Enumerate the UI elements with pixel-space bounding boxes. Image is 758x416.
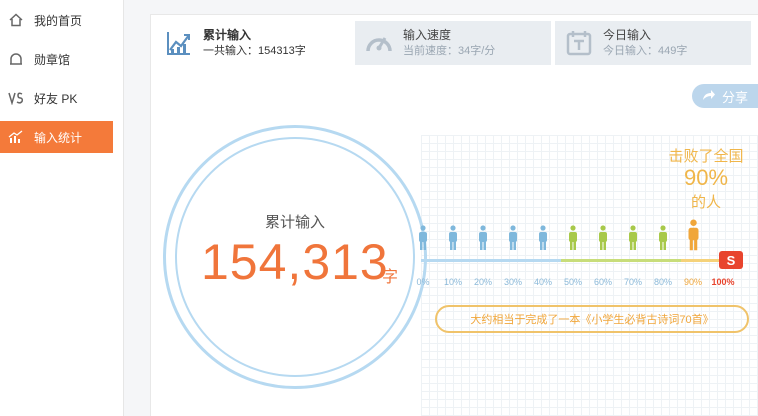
person-icon [539, 225, 547, 250]
sidebar-item-medals[interactable]: 勋章馆 [0, 43, 113, 75]
share-button[interactable]: 分享 [692, 84, 758, 108]
sidebar-item-label: 输入统计 [34, 130, 83, 145]
beat-percent: 90% [683, 165, 729, 190]
home-icon [8, 12, 24, 28]
sidebar: 我的首页 勋章馆 好友 PK 输入统计 [0, 0, 124, 416]
line-chart-icon [165, 29, 193, 57]
share-icon [702, 89, 716, 104]
person-icon [479, 225, 487, 250]
tab-subtitle: 当前速度：34字/分 [403, 45, 496, 57]
percent-tick: 80% [653, 277, 672, 287]
person-icon [659, 225, 667, 250]
total-input-unit: 字 [382, 269, 399, 286]
person-icon [629, 225, 637, 250]
tab-today-input[interactable]: 今日输入 今日输入：449字 [555, 21, 751, 65]
sidebar-item-friend-pk[interactable]: 好友 PK [0, 82, 113, 114]
stats-panel: 累计输入 一共输入：154313字 输入速度 当前速度：34字/分 今日输入 今… [150, 14, 758, 416]
sidebar-item-label: 好友 PK [34, 91, 78, 106]
speedometer-icon [365, 29, 393, 57]
sidebar-item-home[interactable]: 我的首页 [0, 4, 113, 36]
tab-title: 今日输入 [603, 28, 652, 42]
percent-tick: 30% [503, 277, 522, 287]
percent-tick: 70% [623, 277, 642, 287]
person-icon [419, 225, 427, 250]
vs-icon [8, 90, 24, 106]
person-icon [688, 219, 698, 250]
tab-input-speed[interactable]: 输入速度 当前速度：34字/分 [355, 21, 551, 65]
tab-subtitle: 一共输入：154313字 [203, 45, 306, 57]
medal-icon [8, 51, 24, 67]
total-input-number: 154,313 [201, 234, 389, 290]
beat-title: 击败了全国 [668, 148, 744, 165]
person-icon [569, 225, 577, 250]
equivalent-badge: 大约相当于完成了一本《小学生必背古诗词70首》 [435, 305, 749, 333]
total-input-label: 累计输入 [264, 214, 325, 231]
progress-track-green [561, 259, 681, 262]
equivalent-text: 大约相当于完成了一本《小学生必背古诗词70首》 [470, 314, 714, 326]
chart-icon [8, 129, 24, 145]
percent-tick: 50% [563, 277, 582, 287]
stats-tabs: 累计输入 一共输入：154313字 输入速度 当前速度：34字/分 今日输入 今… [155, 21, 755, 73]
progress-track-gold [681, 259, 721, 262]
percent-tick: 100% [711, 277, 735, 287]
sogou-logo: S [719, 251, 743, 269]
percent-tick: 20% [473, 277, 492, 287]
calendar-icon [565, 29, 593, 57]
percent-tick: 90% [683, 277, 702, 287]
percent-tick: 0% [416, 277, 430, 287]
person-icon [449, 225, 457, 250]
sidebar-item-input-stats[interactable]: 输入统计 [0, 121, 113, 153]
progress-track-blue [421, 259, 561, 262]
tab-title: 累计输入 [203, 28, 252, 42]
tab-total-input[interactable]: 累计输入 一共输入：154313字 [155, 21, 351, 65]
tab-title: 输入速度 [403, 28, 452, 42]
person-icon [599, 225, 607, 250]
percent-tick: 60% [593, 277, 612, 287]
beat-tail: 的人 [690, 194, 721, 211]
percent-tick: 40% [533, 277, 552, 287]
sidebar-item-label: 勋章馆 [34, 52, 71, 67]
percent-tick: 10% [443, 277, 462, 287]
tab-subtitle: 今日输入：449字 [603, 45, 688, 57]
share-label: 分享 [721, 89, 748, 105]
person-icon [509, 225, 517, 250]
sidebar-item-label: 我的首页 [34, 13, 83, 28]
